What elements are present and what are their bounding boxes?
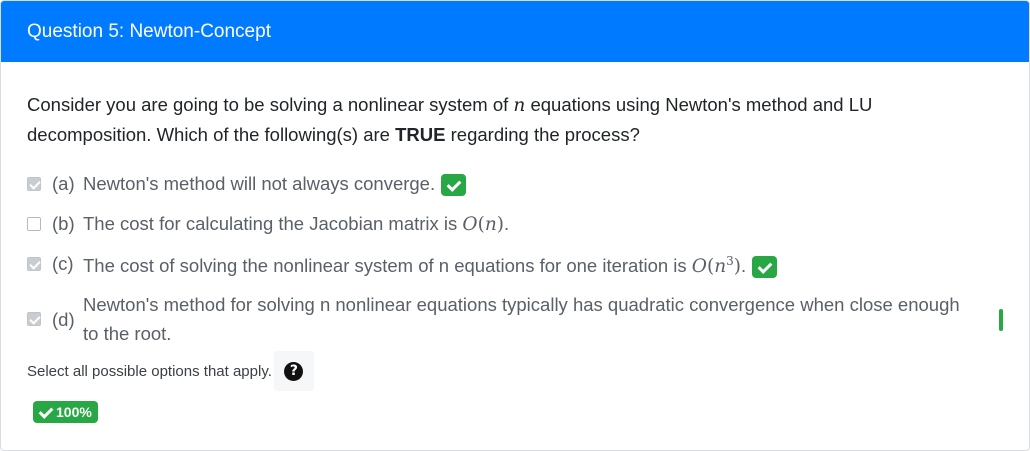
option-d-checkbox[interactable] [27, 312, 41, 326]
option-b-label: The cost for calculating the Jacobian ma… [83, 212, 463, 234]
option-a-letter: (a) [52, 173, 75, 194]
option-b-letter: (b) [52, 213, 75, 234]
help-row: Select all possible options that apply. … [27, 351, 1003, 391]
option-a-checkbox[interactable] [27, 176, 41, 191]
option-c-text: The cost of solving the nonlinear system… [83, 247, 1003, 281]
question-prompt: Consider you are going to be solving a n… [27, 90, 987, 149]
question-circle-icon: ? [284, 361, 304, 381]
option-b-checkbox[interactable] [27, 216, 41, 231]
score-label: 100% [56, 404, 92, 420]
option-c[interactable]: (c) The cost of solving the nonlinear sy… [27, 248, 1003, 279]
option-c-math-var: n [714, 255, 727, 277]
question-header: Question 5: Newton-Concept [1, 1, 1029, 62]
correct-check-icon [441, 174, 467, 197]
score-badge: 100% [33, 401, 98, 423]
option-a[interactable]: (a) Newton's method will not always conv… [27, 168, 1003, 199]
option-d-text: Newton's method for solving n nonlinear … [83, 294, 960, 344]
check-icon [38, 405, 52, 419]
prompt-emphasis: TRUE [395, 124, 446, 145]
question-title: Question 5: Newton-Concept [27, 20, 271, 42]
options-list: (a) Newton's method will not always conv… [27, 168, 1003, 350]
correct-check-icon [999, 309, 1003, 331]
option-b[interactable]: (b) The cost for calculating the Jacobia… [27, 208, 1003, 239]
prompt-text-3: regarding the process? [445, 124, 640, 145]
option-c-math: O(n3) [691, 253, 741, 277]
question-body: Consider you are going to be solving a n… [1, 62, 1029, 424]
question-card: Question 5: Newton-Concept Consider you … [0, 0, 1030, 451]
option-a-label: Newton's method will not always converge… [83, 173, 436, 194]
option-c-checkbox[interactable] [27, 256, 41, 271]
option-c-math-exp: 3 [726, 253, 734, 268]
help-text: Select all possible options that apply. [27, 362, 272, 380]
option-d[interactable]: (d) Newton's method for solving n nonlin… [27, 288, 1003, 350]
prompt-text-1: Consider you are going to be solving a n… [27, 94, 514, 115]
option-c-label: The cost of solving the nonlinear system… [83, 254, 692, 276]
option-c-letter: (c) [52, 253, 74, 274]
option-d-letter: (d) [52, 308, 75, 330]
help-button[interactable]: ? [273, 351, 314, 391]
option-a-text: Newton's method will not always converge… [83, 169, 1003, 198]
option-b-math-var: n [484, 213, 497, 235]
prompt-variable: n [513, 95, 526, 116]
option-b-math: O(n) [462, 213, 504, 235]
option-b-text: The cost for calculating the Jacobian ma… [83, 212, 510, 235]
correct-check-icon [752, 255, 778, 278]
